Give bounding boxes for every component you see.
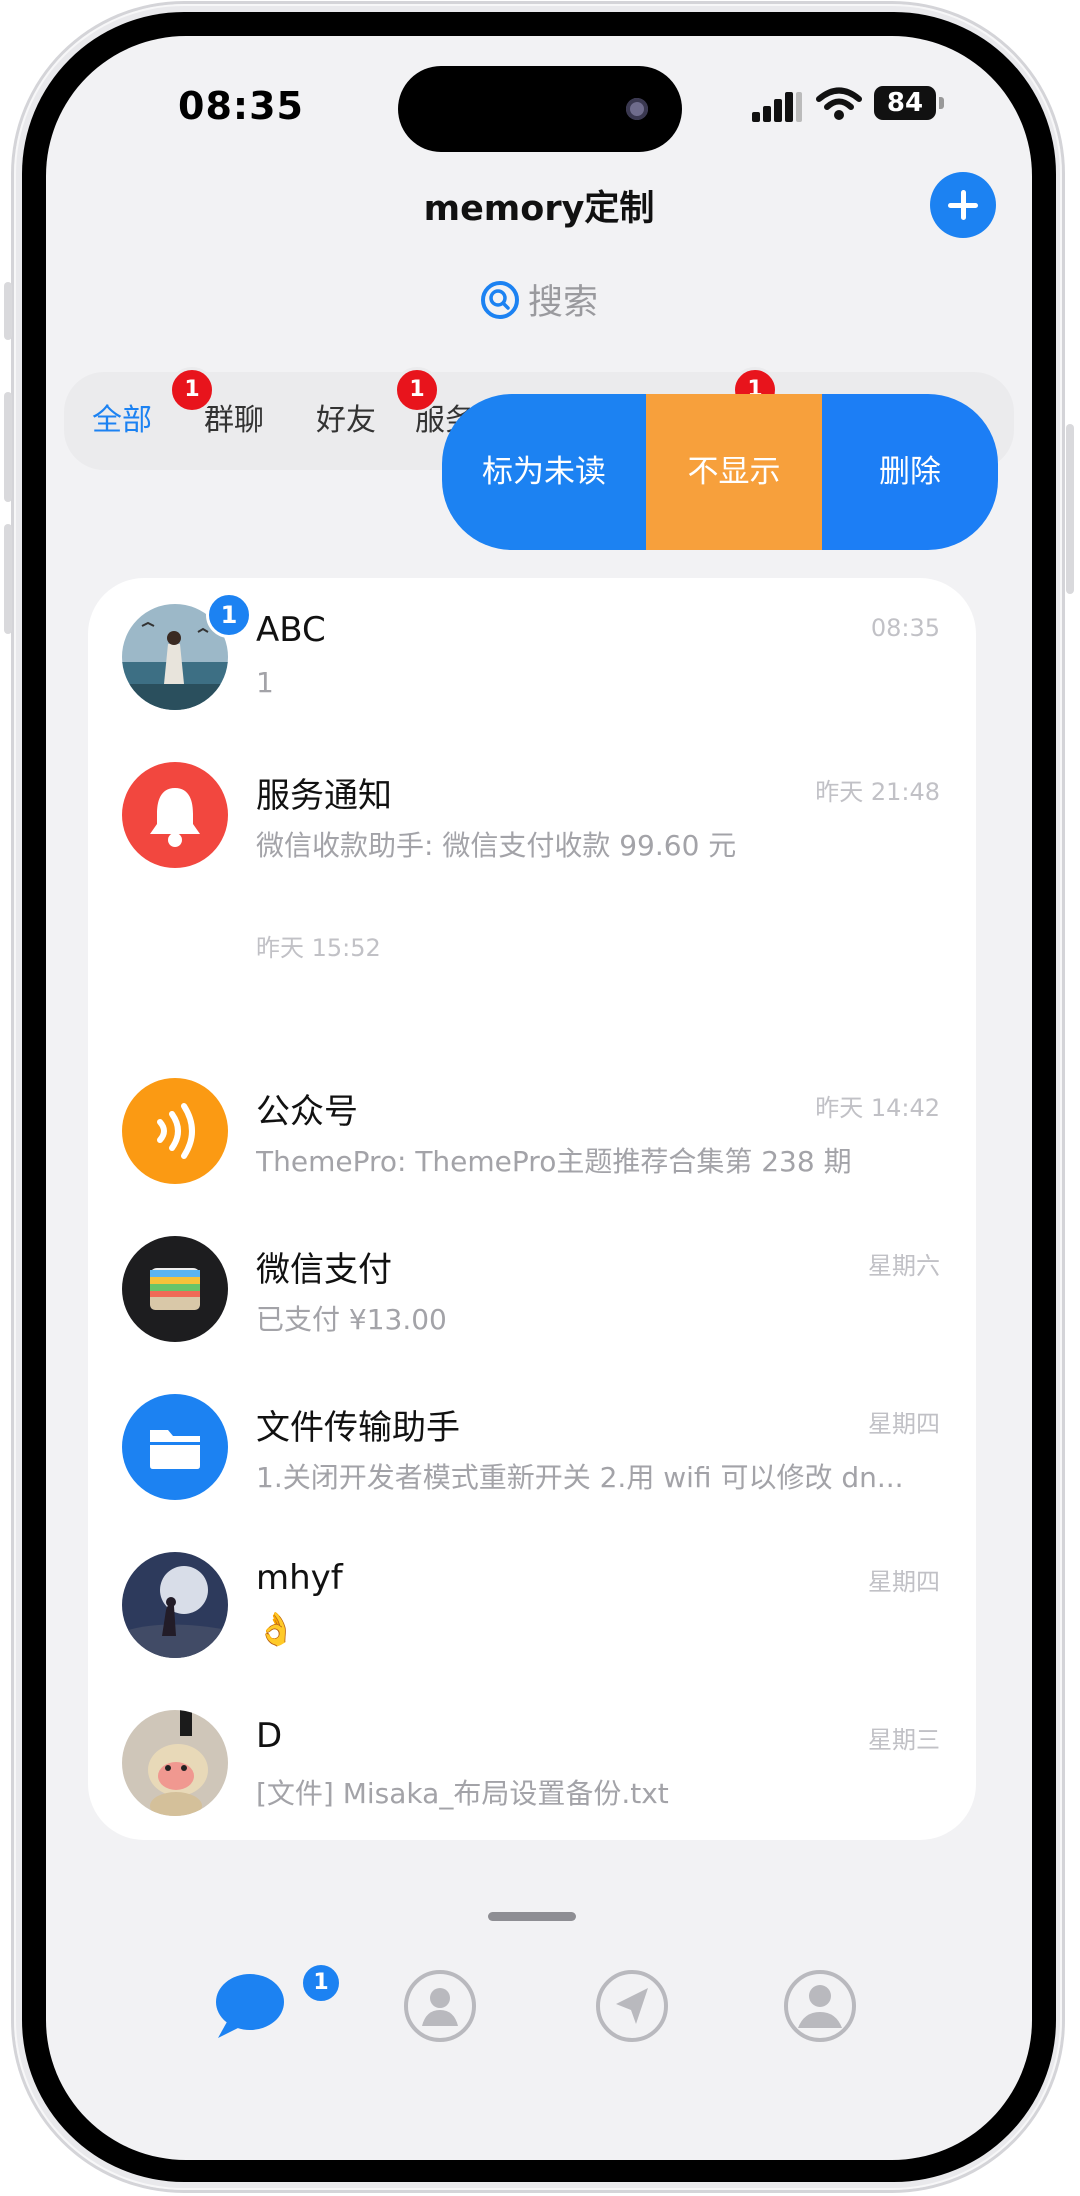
bell-icon: [122, 762, 228, 868]
power-button: [1066, 424, 1074, 594]
volume-down-button: [4, 524, 12, 634]
discover-icon[interactable]: [592, 1966, 672, 2046]
chat-preview: [文件] Misaka_布局设置备份.txt: [256, 1777, 669, 1810]
wallet-icon: [122, 1236, 228, 1342]
chat-row-abc[interactable]: ABC 1 08:35 1: [88, 578, 976, 736]
chat-time: 昨天 21:48: [815, 778, 940, 806]
screen: 08:35 84 memory定制 搜索 全部 群聊 好友 服务号 定制 挚友 …: [46, 36, 1032, 2160]
chat-time: 星期四: [868, 1410, 940, 1438]
chat-name: 服务通知: [256, 776, 392, 816]
chat-time: 星期三: [868, 1726, 940, 1754]
battery-level: 84: [874, 86, 936, 120]
chat-name: ABC: [256, 610, 326, 650]
hide-button[interactable]: 不显示: [646, 394, 822, 550]
chat-preview: 👌: [256, 1610, 296, 1648]
chat-name: 微信支付: [256, 1250, 392, 1290]
chat-row-file-transfer[interactable]: 文件传输助手 1.关闭开发者模式重新开关 2.用 wifi 可以修改 dn...…: [88, 1368, 976, 1526]
chat-preview: 1: [256, 666, 274, 699]
wifi-icon: [816, 87, 862, 120]
chat-bubble-icon[interactable]: [208, 1966, 288, 2046]
home-indicator: [488, 1912, 576, 1921]
tab-badge-friends: 1: [394, 367, 440, 413]
chat-time: 昨天 14:42: [815, 1094, 940, 1122]
chat-row-wechat-pay[interactable]: 微信支付 已支付 ¥13.00 星期六: [88, 1210, 976, 1368]
chat-row-official-accounts[interactable]: 公众号 ThemePro: ThemePro主题推荐合集第 238 期 昨天 1…: [88, 1052, 976, 1210]
swipe-actions: 标为未读 不显示 删除: [442, 394, 998, 550]
contacts-icon[interactable]: [400, 1966, 480, 2046]
broadcast-icon: [122, 1078, 228, 1184]
chat-time: 星期四: [868, 1568, 940, 1596]
tab-badge-all: 1: [169, 367, 215, 413]
chat-time: 昨天 15:52: [256, 934, 381, 962]
search-icon: [480, 280, 519, 319]
mhyf-avatar: [122, 1552, 228, 1658]
chat-name: D: [256, 1716, 283, 1756]
camera-dot: [626, 98, 648, 120]
chat-list: ABC 1 08:35 1 服务通知 微信收款助手: 微信支付收款 99.60 …: [88, 578, 976, 1840]
chat-name: 公众号: [256, 1092, 358, 1132]
chat-time: 星期六: [868, 1252, 940, 1280]
chat-preview: 已支付 ¥13.00: [256, 1303, 447, 1336]
chat-time: 08:35: [870, 614, 940, 642]
page-title: memory定制: [423, 189, 655, 229]
add-button[interactable]: [930, 172, 996, 238]
battery-cap: [939, 97, 944, 109]
d-avatar: [122, 1710, 228, 1816]
mark-unread-button[interactable]: 标为未读: [442, 394, 646, 550]
folder-icon: [122, 1394, 228, 1500]
chat-row-service-notice[interactable]: 服务通知 微信收款助手: 微信支付收款 99.60 元 昨天 21:48: [88, 736, 976, 894]
chat-row-swiped[interactable]: 昨天 15:52: [88, 894, 976, 1052]
chats-unread-badge: 1: [300, 1962, 342, 2004]
action-button: [4, 282, 12, 340]
status-time: 08:35: [178, 84, 304, 128]
volume-up-button: [4, 392, 12, 502]
chat-preview: ThemePro: ThemePro主题推荐合集第 238 期: [256, 1145, 852, 1178]
chat-name: mhyf: [256, 1558, 343, 1598]
profile-icon[interactable]: [780, 1966, 860, 2046]
search-placeholder: 搜索: [527, 283, 598, 323]
search-bar[interactable]: 搜索: [46, 274, 1032, 325]
chat-row-mhyf[interactable]: mhyf 👌 星期四: [88, 1526, 976, 1684]
delete-button[interactable]: 删除: [822, 394, 998, 550]
chat-name: 文件传输助手: [256, 1408, 460, 1448]
unread-badge: 1: [206, 592, 252, 638]
chat-preview: 1.关闭开发者模式重新开关 2.用 wifi 可以修改 dn...: [256, 1461, 904, 1494]
cellular-signal-icon: [752, 92, 802, 122]
chat-row-d[interactable]: D [文件] Misaka_布局设置备份.txt 星期三: [88, 1684, 976, 1842]
chat-preview: 微信收款助手: 微信支付收款 99.60 元: [256, 829, 737, 862]
